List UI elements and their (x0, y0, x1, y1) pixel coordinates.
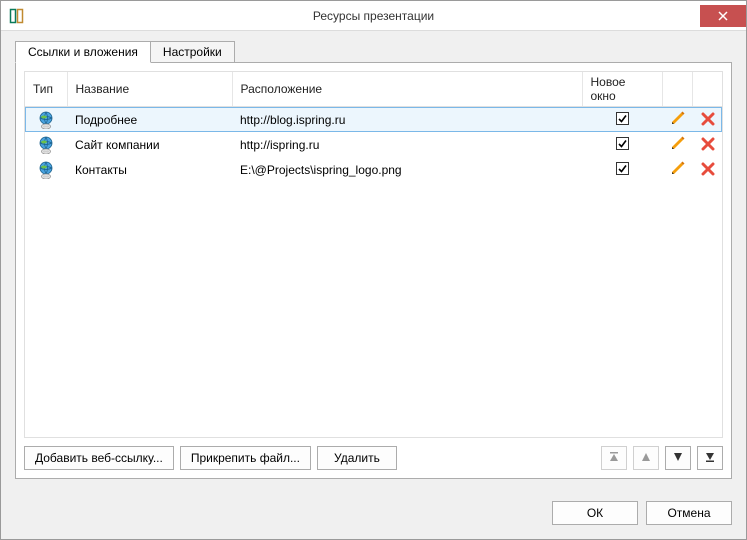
new-window-checkbox[interactable] (616, 162, 629, 175)
cell-new-window (582, 107, 662, 133)
move-bottom-icon (705, 451, 715, 465)
col-new-window-label: Новое окно (591, 75, 626, 103)
cell-edit (662, 107, 692, 133)
cell-location: http://ispring.ru (232, 132, 582, 157)
cell-name: Подробнее (67, 107, 232, 133)
button-label: Добавить веб-ссылку... (35, 451, 163, 465)
dialog-window: Ресурсы презентации Ссылки и вложения На… (0, 0, 747, 540)
tab-panel-links: Тип Название Расположение Новое окно Под… (15, 62, 732, 479)
dialog-footer: ОК Отмена (1, 491, 746, 539)
cell-location: E:\@Projects\ispring_logo.png (232, 157, 582, 182)
cell-type (25, 132, 67, 157)
cell-type (25, 157, 67, 182)
ok-button[interactable]: ОК (552, 501, 638, 525)
close-button[interactable] (700, 5, 746, 27)
delete-icon[interactable] (700, 136, 716, 152)
delete-button[interactable]: Удалить (317, 446, 397, 470)
cell-new-window (582, 132, 662, 157)
move-bottom-button[interactable] (697, 446, 723, 470)
button-label: Удалить (334, 451, 380, 465)
edit-icon[interactable] (670, 110, 686, 126)
move-up-button[interactable] (633, 446, 659, 470)
globe-link-icon (37, 111, 55, 129)
tab-links[interactable]: Ссылки и вложения (15, 41, 151, 63)
col-name-label: Название (76, 82, 130, 96)
col-delete (692, 72, 722, 107)
row-location: E:\@Projects\ispring_logo.png (240, 163, 402, 177)
cell-delete (692, 132, 722, 157)
globe-link-icon (37, 136, 55, 154)
tab-strip: Ссылки и вложения Настройки (15, 41, 732, 63)
titlebar: Ресурсы презентации (1, 1, 746, 31)
cancel-button[interactable]: Отмена (646, 501, 732, 525)
col-new-window[interactable]: Новое окно (582, 72, 662, 107)
toolbar: Добавить веб-ссылку... Прикрепить файл..… (24, 446, 723, 470)
resources-table: Тип Название Расположение Новое окно Под… (25, 72, 722, 182)
table-row[interactable]: Сайт компании http://ispring.ru (25, 132, 722, 157)
new-window-checkbox[interactable] (616, 112, 629, 125)
tab-label: Ссылки и вложения (28, 45, 138, 59)
row-name: Контакты (75, 163, 127, 177)
attach-file-button[interactable]: Прикрепить файл... (180, 446, 311, 470)
cell-name: Контакты (67, 157, 232, 182)
tab-settings[interactable]: Настройки (150, 41, 235, 63)
table-row[interactable]: Подробнее http://blog.ispring.ru (25, 107, 722, 133)
window-title: Ресурсы презентации (1, 9, 746, 23)
content-area: Ссылки и вложения Настройки Тип Название (1, 31, 746, 491)
move-top-icon (609, 451, 619, 465)
col-type[interactable]: Тип (25, 72, 67, 107)
col-edit (662, 72, 692, 107)
col-type-label: Тип (33, 82, 53, 96)
globe-link-icon (37, 161, 55, 179)
resources-table-wrap: Тип Название Расположение Новое окно Под… (24, 71, 723, 438)
row-name: Подробнее (75, 113, 137, 127)
table-header-row: Тип Название Расположение Новое окно (25, 72, 722, 107)
move-up-icon (641, 451, 651, 465)
col-location-label: Расположение (241, 82, 323, 96)
table-row[interactable]: Контакты E:\@Projects\ispring_logo.png (25, 157, 722, 182)
new-window-checkbox[interactable] (616, 137, 629, 150)
row-location: http://ispring.ru (240, 138, 319, 152)
edit-icon[interactable] (670, 160, 686, 176)
edit-icon[interactable] (670, 135, 686, 151)
row-location: http://blog.ispring.ru (240, 113, 345, 127)
button-label: Отмена (667, 506, 710, 520)
move-top-button[interactable] (601, 446, 627, 470)
cell-delete (692, 157, 722, 182)
row-name: Сайт компании (75, 138, 160, 152)
cell-edit (662, 157, 692, 182)
add-weblink-button[interactable]: Добавить веб-ссылку... (24, 446, 174, 470)
move-down-icon (673, 451, 683, 465)
delete-icon[interactable] (700, 111, 716, 127)
tab-label: Настройки (163, 45, 222, 59)
cell-name: Сайт компании (67, 132, 232, 157)
cell-new-window (582, 157, 662, 182)
col-location[interactable]: Расположение (232, 72, 582, 107)
cell-edit (662, 132, 692, 157)
button-label: ОК (587, 506, 603, 520)
cell-delete (692, 107, 722, 133)
cell-type (25, 107, 67, 133)
cell-location: http://blog.ispring.ru (232, 107, 582, 133)
delete-icon[interactable] (700, 161, 716, 177)
button-label: Прикрепить файл... (191, 451, 300, 465)
move-down-button[interactable] (665, 446, 691, 470)
app-icon (9, 8, 25, 24)
col-name[interactable]: Название (67, 72, 232, 107)
